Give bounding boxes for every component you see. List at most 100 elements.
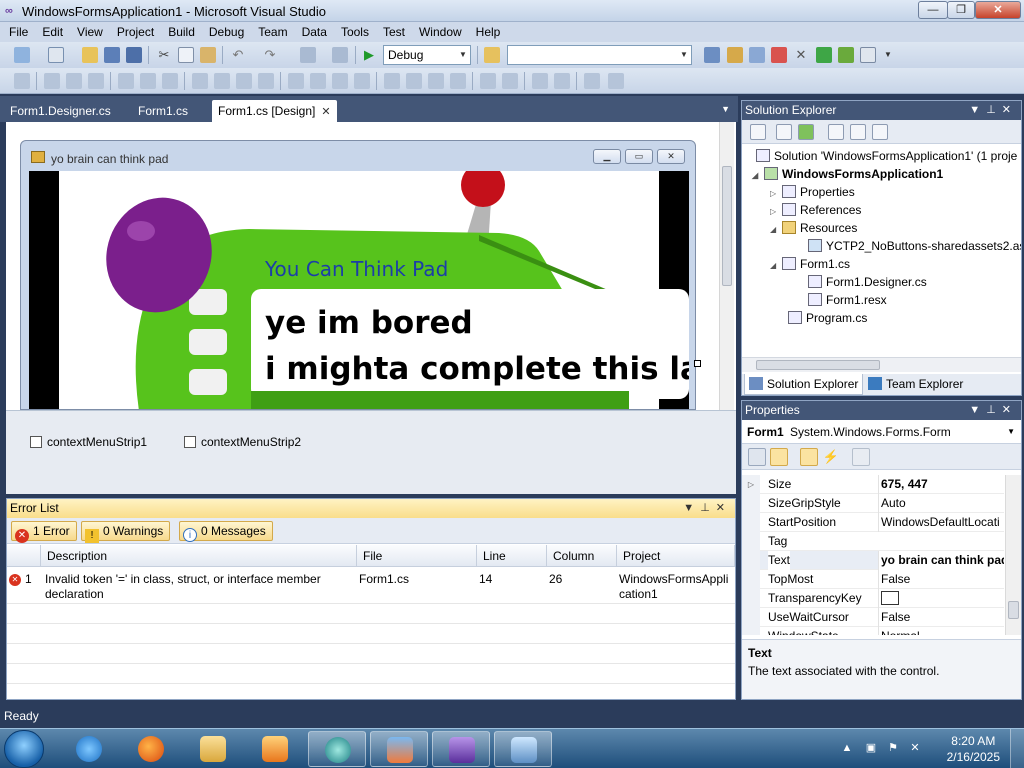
taskbar-app-open-2[interactable] bbox=[370, 731, 428, 767]
tray-item-contextmenustrip2[interactable]: contextMenuStrip2 bbox=[184, 435, 301, 449]
messages-filter-button[interactable]: i 0 Messages bbox=[179, 521, 273, 542]
make-same-height-icon[interactable] bbox=[236, 73, 252, 89]
send-to-back-icon[interactable] bbox=[554, 73, 570, 89]
solution-explorer-horizontal-scrollbar[interactable] bbox=[742, 357, 1021, 372]
save-icon[interactable] bbox=[104, 47, 120, 63]
close-icon[interactable]: ✕ bbox=[716, 502, 731, 514]
align-rights-icon[interactable] bbox=[88, 73, 104, 89]
tree-node-form1-designer-cs[interactable]: Form1.Designer.cs bbox=[808, 273, 927, 291]
align-to-grid-icon[interactable] bbox=[14, 73, 30, 89]
scrollbar-thumb[interactable] bbox=[756, 360, 880, 370]
tab-order-icon[interactable] bbox=[584, 73, 600, 89]
tree-node-resource-file[interactable]: YCTP2_NoButtons-sharedassets2.as bbox=[808, 237, 1021, 255]
menu-team[interactable]: Team bbox=[251, 22, 294, 42]
refresh-icon[interactable] bbox=[798, 124, 814, 140]
vertical-spacing-icon[interactable] bbox=[384, 73, 400, 89]
taskbar-internet-explorer[interactable] bbox=[60, 731, 118, 767]
properties-icon[interactable] bbox=[750, 124, 766, 140]
tab-list-dropdown-icon[interactable]: ▼ bbox=[721, 104, 730, 114]
alphabetical-icon[interactable] bbox=[770, 448, 788, 466]
property-value[interactable]: WindowsDefaultLocati bbox=[878, 513, 1004, 532]
redo-icon[interactable]: ↷ bbox=[262, 47, 278, 63]
menu-help[interactable]: Help bbox=[469, 22, 508, 42]
navigate-backward-icon[interactable] bbox=[300, 47, 316, 63]
make-same-size-icon[interactable] bbox=[258, 73, 274, 89]
save-all-icon[interactable] bbox=[126, 47, 142, 63]
scrollbar-thumb[interactable] bbox=[722, 166, 732, 286]
taskbar-app-open-3[interactable] bbox=[494, 731, 552, 767]
close-tab-icon[interactable]: ✕ bbox=[321, 101, 330, 123]
start-page-icon[interactable] bbox=[816, 47, 832, 63]
solution-configuration-dropdown[interactable]: Debug ▼ bbox=[383, 45, 471, 65]
property-value[interactable]: Auto bbox=[878, 494, 1004, 513]
pin-icon[interactable]: ⊥ bbox=[986, 404, 1002, 416]
column-header-line[interactable]: Line bbox=[477, 545, 547, 567]
tree-node-properties[interactable]: ▷ Properties bbox=[770, 183, 855, 201]
scrollbar-thumb[interactable] bbox=[1008, 601, 1019, 619]
form-picture-box[interactable]: You Can Think Pad ye im bored i mighta c… bbox=[29, 171, 689, 409]
tree-node-form1-resx[interactable]: Form1.resx bbox=[808, 291, 887, 309]
expanded-arrow-icon[interactable]: ◢ bbox=[770, 257, 782, 275]
menu-build[interactable]: Build bbox=[161, 22, 202, 42]
column-header-project[interactable]: Project bbox=[617, 545, 735, 567]
tray-item-contextmenustrip1[interactable]: contextMenuStrip1 bbox=[30, 435, 147, 449]
view-designer-icon[interactable] bbox=[850, 124, 866, 140]
property-value[interactable]: False bbox=[878, 570, 1004, 589]
properties-view-icon[interactable] bbox=[800, 448, 818, 466]
start-debugging-icon[interactable]: ▶ bbox=[361, 47, 377, 63]
cut-icon[interactable]: ✂ bbox=[156, 47, 172, 63]
menu-project[interactable]: Project bbox=[110, 22, 161, 42]
taskbar-visual-studio[interactable] bbox=[432, 731, 490, 767]
copy-icon[interactable] bbox=[178, 47, 194, 63]
pin-icon[interactable]: ⊥ bbox=[986, 104, 1002, 116]
view-code-icon[interactable] bbox=[828, 124, 844, 140]
menu-debug[interactable]: Debug bbox=[202, 22, 251, 42]
clock[interactable]: 8:20 AM 2/16/2025 bbox=[947, 733, 1000, 765]
window-position-icon[interactable]: ▼ bbox=[969, 404, 986, 416]
toolbar-overflow-icon[interactable]: ▼ bbox=[884, 47, 900, 63]
toolbox-icon[interactable] bbox=[771, 47, 787, 63]
tab-form1-cs[interactable]: Form1.cs bbox=[132, 100, 194, 122]
action-center-icon[interactable]: ⚑ bbox=[886, 741, 900, 755]
tree-node-form1-cs[interactable]: ◢ Form1.cs bbox=[770, 255, 850, 273]
taskbar-media-player[interactable] bbox=[246, 731, 304, 767]
decrease-horizontal-spacing-icon[interactable] bbox=[332, 73, 348, 89]
close-button[interactable]: ✕ bbox=[975, 1, 1021, 19]
designer-vertical-scrollbar[interactable] bbox=[719, 122, 734, 410]
form-designer-surface[interactable]: yo brain can think pad ▁ ▭ ✕ You Can Thi… bbox=[6, 122, 736, 494]
tree-node-references[interactable]: ▷ References bbox=[770, 201, 861, 219]
expanded-arrow-icon[interactable]: ◢ bbox=[770, 221, 782, 239]
center-horizontally-icon[interactable] bbox=[480, 73, 496, 89]
resize-handle[interactable] bbox=[694, 360, 701, 367]
view-class-diagram-icon[interactable] bbox=[872, 124, 888, 140]
undo-icon[interactable]: ↶ bbox=[230, 47, 246, 63]
show-desktop-button[interactable] bbox=[1010, 729, 1024, 768]
open-file-icon[interactable] bbox=[82, 47, 98, 63]
menu-view[interactable]: View bbox=[70, 22, 110, 42]
property-row-windowstate[interactable]: WindowState Normal bbox=[742, 627, 1004, 635]
volume-muted-icon[interactable]: ✕ bbox=[908, 741, 922, 755]
window-position-icon[interactable]: ▼ bbox=[683, 502, 700, 514]
property-row-usewaitcursor[interactable]: UseWaitCursor False bbox=[742, 608, 1004, 627]
object-browser-icon[interactable] bbox=[749, 47, 765, 63]
horizontal-spacing-icon[interactable] bbox=[288, 73, 304, 89]
property-row-text[interactable]: Text yo brain can think pad bbox=[742, 551, 1004, 570]
property-grid-scrollbar[interactable] bbox=[1005, 475, 1021, 635]
tab-form1-designer-cs[interactable]: Form1.Designer.cs bbox=[4, 100, 117, 122]
property-value[interactable] bbox=[878, 589, 1004, 608]
window-position-icon[interactable]: ▼ bbox=[969, 104, 986, 116]
new-project-icon[interactable] bbox=[14, 47, 30, 63]
menu-data[interactable]: Data bbox=[295, 22, 334, 42]
lock-controls-icon[interactable] bbox=[608, 73, 624, 89]
close-icon[interactable]: ✕ bbox=[1002, 104, 1017, 116]
expand-arrow-icon[interactable]: ▷ bbox=[742, 475, 760, 494]
errors-filter-button[interactable]: ✕ 1 Error bbox=[11, 521, 77, 543]
categorized-icon[interactable] bbox=[748, 448, 766, 466]
column-header-index[interactable] bbox=[7, 545, 41, 567]
property-row-tag[interactable]: Tag bbox=[742, 532, 1004, 551]
expanded-arrow-icon[interactable]: ◢ bbox=[752, 167, 764, 185]
increase-vertical-spacing-icon[interactable] bbox=[406, 73, 422, 89]
close-icon[interactable]: ✕ bbox=[1002, 404, 1017, 416]
taskbar-firefox[interactable] bbox=[122, 731, 180, 767]
column-header-description[interactable]: Description bbox=[41, 545, 357, 567]
